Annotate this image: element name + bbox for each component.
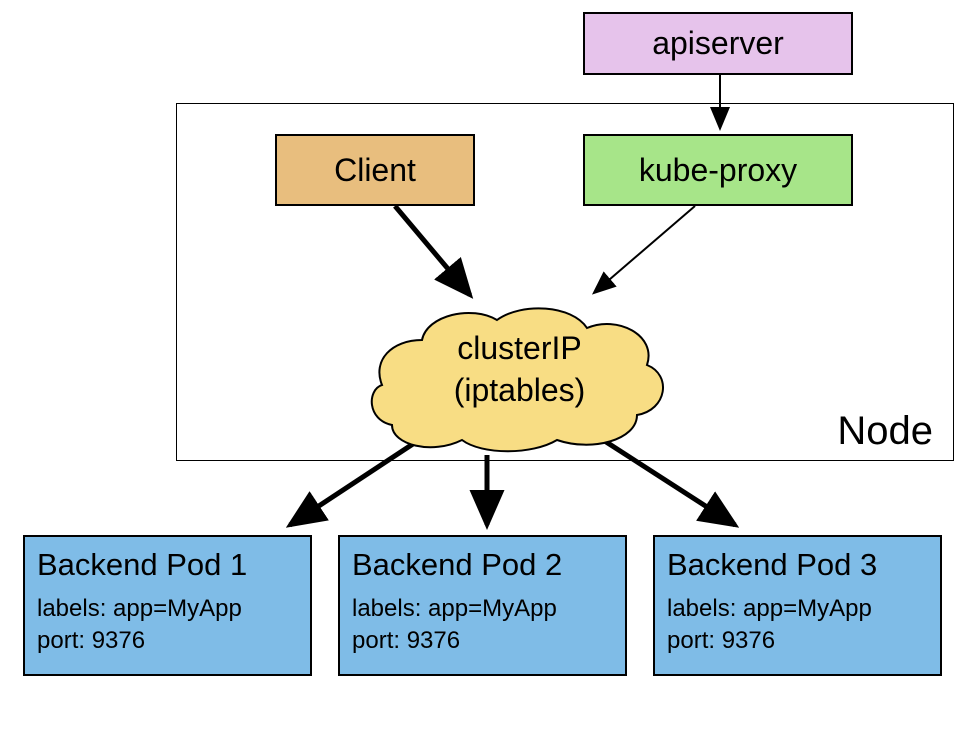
node-label: Node	[837, 409, 933, 454]
backend-pod-3: Backend Pod 3 labels: app=MyApp port: 93…	[653, 535, 942, 676]
pod-port: port: 9376	[37, 625, 298, 657]
apiserver-label: apiserver	[652, 25, 784, 62]
pod-port: port: 9376	[352, 625, 613, 657]
pod-port: port: 9376	[667, 625, 928, 657]
client-box: Client	[275, 134, 475, 206]
pod-title: Backend Pod 1	[37, 547, 298, 583]
pod-title: Backend Pod 2	[352, 547, 613, 583]
kube-proxy-label: kube-proxy	[639, 152, 797, 189]
pod-labels: labels: app=MyApp	[37, 593, 298, 625]
pod-labels: labels: app=MyApp	[667, 593, 928, 625]
pod-title: Backend Pod 3	[667, 547, 928, 583]
backend-pod-2: Backend Pod 2 labels: app=MyApp port: 93…	[338, 535, 627, 676]
pod-labels: labels: app=MyApp	[352, 593, 613, 625]
clusterip-line1: clusterIP	[362, 328, 677, 370]
clusterip-line2: (iptables)	[362, 370, 677, 412]
client-label: Client	[334, 152, 416, 189]
backend-pod-1: Backend Pod 1 labels: app=MyApp port: 93…	[23, 535, 312, 676]
kube-proxy-box: kube-proxy	[583, 134, 853, 206]
apiserver-box: apiserver	[583, 12, 853, 75]
clusterip-cloud: clusterIP (iptables)	[362, 290, 677, 455]
